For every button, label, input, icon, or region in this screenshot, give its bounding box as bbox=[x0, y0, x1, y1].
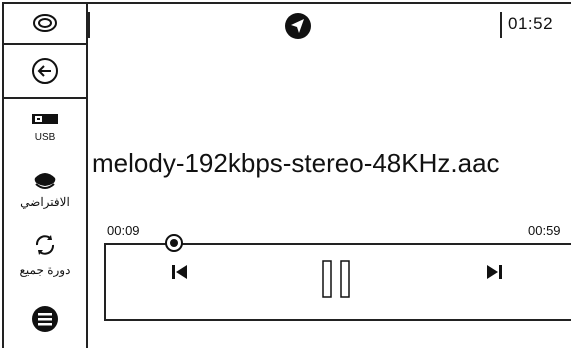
repeat-label: دورة جميع bbox=[19, 263, 71, 277]
elapsed-time: 00:09 bbox=[107, 223, 140, 238]
playlist-button[interactable] bbox=[2, 305, 88, 338]
home-logo-icon bbox=[33, 13, 57, 32]
navigation-button[interactable] bbox=[284, 12, 312, 45]
header-divider bbox=[500, 12, 502, 38]
next-button[interactable] bbox=[484, 262, 504, 287]
repeat-button[interactable]: دورة جميع bbox=[2, 232, 88, 277]
playlist-menu-icon bbox=[32, 306, 58, 332]
repeat-icon bbox=[35, 235, 55, 255]
preset-button[interactable]: الافتراضي bbox=[2, 170, 88, 209]
home-button[interactable] bbox=[2, 2, 88, 45]
total-duration: 00:59 bbox=[528, 223, 561, 238]
track-title: melody-192kbps-stereo-48KHz.aac bbox=[92, 148, 500, 178]
header-divider bbox=[88, 12, 90, 38]
next-track-icon bbox=[487, 265, 502, 279]
back-arrow-icon bbox=[32, 58, 58, 84]
usb-drive-icon bbox=[32, 114, 58, 124]
usb-label: USB bbox=[34, 132, 56, 143]
preset-label: الافتراضي bbox=[20, 195, 70, 209]
clock: 01:52 bbox=[508, 14, 554, 33]
pause-icon bbox=[322, 260, 350, 298]
usb-source-button[interactable]: USB bbox=[2, 112, 88, 145]
pause-button[interactable] bbox=[321, 259, 351, 304]
back-button[interactable] bbox=[2, 45, 88, 99]
sound-preset-icon bbox=[34, 173, 56, 189]
previous-track-icon bbox=[172, 265, 187, 279]
navigation-icon bbox=[285, 13, 311, 39]
previous-button[interactable] bbox=[170, 262, 190, 287]
progress-slider-knob[interactable] bbox=[165, 234, 184, 252]
left-sidebar: USB الافتراضي دورة جميع bbox=[2, 2, 88, 348]
